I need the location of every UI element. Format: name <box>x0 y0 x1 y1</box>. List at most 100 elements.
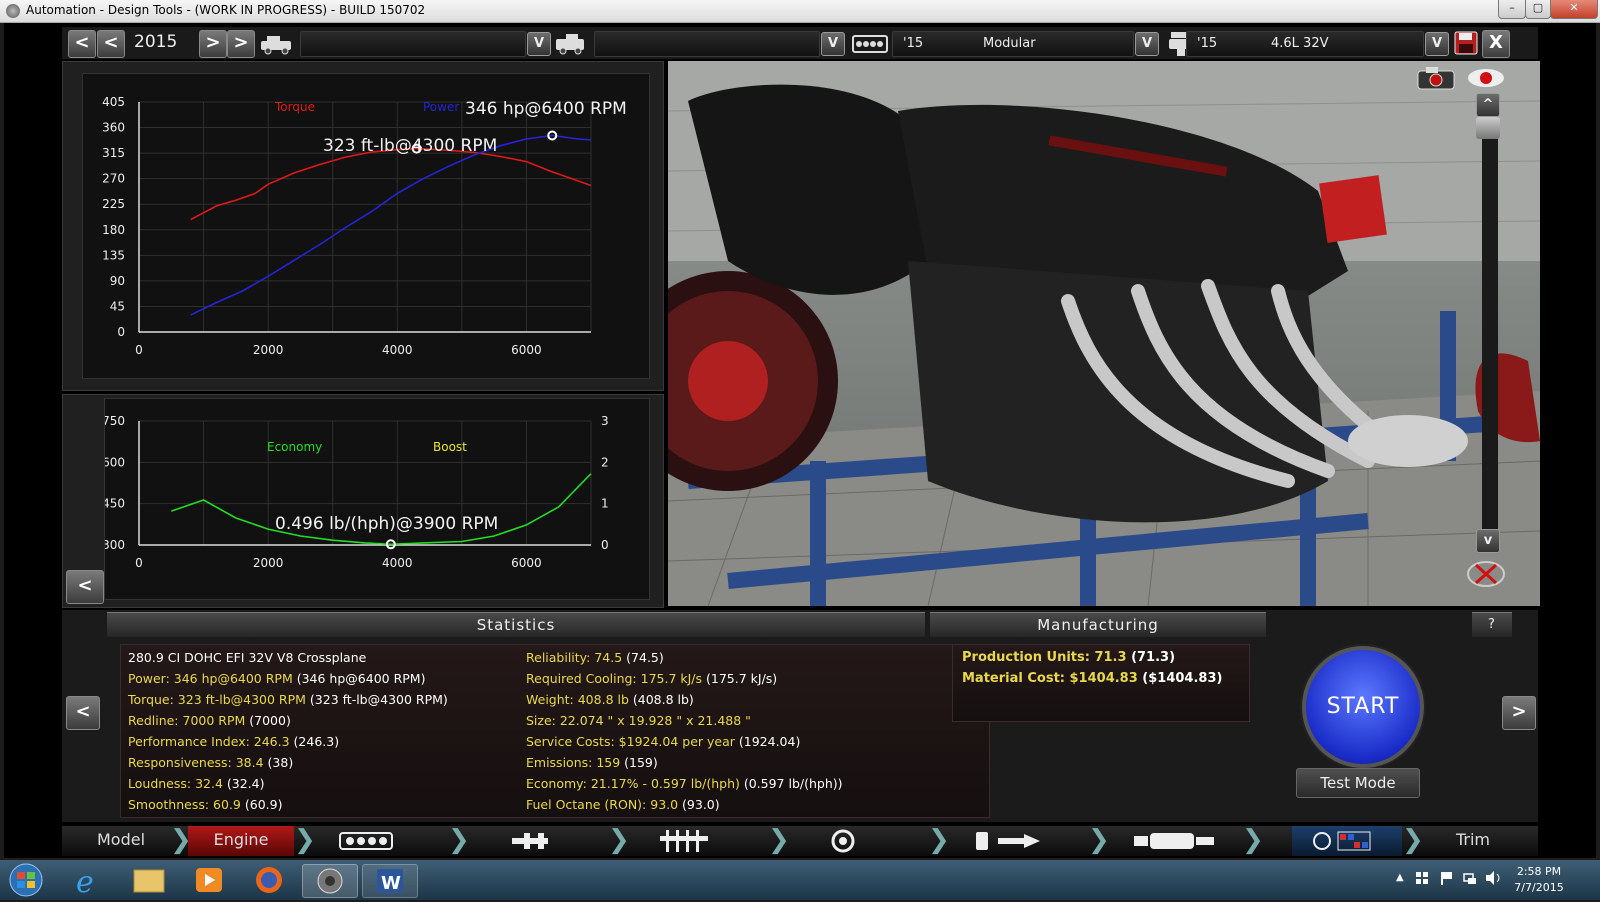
design-nav-bar: Model ❯ Engine ❯ ❯ ❯ ❯ ❯ ❯ ❯ ❯ Trim <box>62 826 1538 856</box>
flag-icon[interactable] <box>1438 870 1454 886</box>
zoom-slider-handle[interactable] <box>1476 117 1500 139</box>
engine-family-select[interactable]: '15 Modular <box>892 31 1134 57</box>
economy-peak-label: 0.496 lb/(hph)@3900 RPM <box>275 514 498 534</box>
nav-turbo-icon[interactable] <box>828 829 858 853</box>
variant-dropdown-button[interactable]: V <box>1425 32 1449 56</box>
nav-separator-icon: ❯ <box>1088 825 1110 855</box>
trim-select[interactable] <box>594 31 820 57</box>
legend-power: Power <box>423 100 459 114</box>
nav-model-tab[interactable]: Model <box>72 830 170 849</box>
close-window-button[interactable]: ✕ <box>1550 0 1598 19</box>
collapse-charts-button[interactable]: < <box>66 570 104 604</box>
nav-head-icon[interactable] <box>658 828 710 854</box>
stats-right-column: Reliability: 74.5 (74.5) Required Coolin… <box>526 650 843 818</box>
close-design-button[interactable]: X <box>1482 30 1510 58</box>
test-mode-button[interactable]: Test Mode <box>1296 768 1420 798</box>
nav-exhaust-icon[interactable] <box>1132 831 1216 851</box>
y2-tick-label: 0 <box>601 538 609 552</box>
economy-plot: 750600450300 3210 0 2000 4000 6000 Economy … <box>102 414 609 570</box>
torque-peak-label: 323 ft-lb@4300 RPM <box>323 136 497 156</box>
year-next-button[interactable]: > <box>199 30 227 58</box>
torque-power-chart: 405 360 315 270 225 180 135 90 45 0 0 2000 4000 6000… <box>82 73 650 379</box>
bottom-panel: Statistics Manufacturing ? 280.9 CI DOHC… <box>62 610 1538 822</box>
window-titlebar: Automation - Design Tools - (WORK IN PRO… <box>0 0 1600 23</box>
y-tick-label: 135 <box>102 248 125 262</box>
tray-expand-icon[interactable]: ▲ <box>1396 872 1404 883</box>
start-button[interactable]: START <box>1302 646 1424 768</box>
family-dropdown-button[interactable]: V <box>1135 32 1159 56</box>
variant-name: 4.6L 32V <box>1271 36 1329 51</box>
firefox-taskbar-icon[interactable] <box>242 864 296 896</box>
year-next-fast-button[interactable]: > <box>227 30 255 58</box>
year-prev-fast-button[interactable]: < <box>68 30 96 58</box>
zoom-down-button[interactable]: v <box>1476 529 1500 553</box>
y-tick-label: 300 <box>105 538 125 552</box>
torque-curve <box>190 147 592 221</box>
x-tick-label: 6000 <box>511 556 542 570</box>
svg-text:W: W <box>381 873 401 894</box>
camera-icon[interactable] <box>1414 65 1458 91</box>
trim-dropdown-button[interactable]: V <box>821 32 845 56</box>
nav-trim-tab[interactable]: Trim <box>1428 830 1518 849</box>
network-icon[interactable] <box>1462 870 1478 886</box>
y2-tick-label: 1 <box>601 497 609 511</box>
start-menu-icon[interactable] <box>4 862 48 898</box>
zoom-up-button[interactable]: ^ <box>1476 93 1500 117</box>
engine-3d-viewport[interactable]: ^ v <box>668 61 1540 606</box>
trim-icon <box>552 31 590 57</box>
manufacturing-title: Manufacturing <box>930 612 1266 637</box>
model-select[interactable] <box>300 31 526 57</box>
maximize-button[interactable]: ▢ <box>1525 0 1551 19</box>
action-center-icon[interactable] <box>1414 870 1430 886</box>
reset-camera-icon[interactable] <box>1464 557 1508 591</box>
nav-block-icon[interactable] <box>338 830 394 852</box>
word-taskbar-icon[interactable]: W <box>362 864 418 898</box>
statistics-title: Statistics <box>107 612 925 637</box>
help-button[interactable]: ? <box>1472 612 1512 637</box>
nav-fuel-icon[interactable] <box>974 830 1046 852</box>
legend-boost: Boost <box>433 440 467 454</box>
stat-torque: Torque: 323 ft-lb@4300 RPM (323 ft-lb@43… <box>128 692 448 707</box>
year-prev-button[interactable]: < <box>97 30 125 58</box>
y-tick-label: 180 <box>102 223 125 237</box>
y-tick-label: 750 <box>105 414 125 428</box>
explorer-taskbar-icon[interactable] <box>122 864 176 896</box>
mfg-production-units: Production Units: 71.3 (71.3) <box>962 650 1176 665</box>
clock-time: 2:58 PM <box>1516 865 1562 878</box>
eye-view-icon[interactable] <box>1464 65 1508 91</box>
y-tick-label: 600 <box>105 455 125 469</box>
engine-variant-select[interactable]: '15 4.6L 32V <box>1186 31 1424 57</box>
os-taskbar: e W ▲ 2:58 PM 7/7/2015 <box>0 860 1600 900</box>
torque-power-plot: 405 360 315 270 225 180 135 90 45 0 0 2000 4000 6000… <box>102 95 627 357</box>
power-curve <box>190 134 592 316</box>
minimize-button[interactable]: – <box>1498 0 1526 19</box>
nav-tune-icon[interactable] <box>1312 830 1374 852</box>
model-dropdown-button[interactable]: V <box>527 32 551 56</box>
stat-smoothness: Smoothness: 60.9 (60.9) <box>128 797 283 812</box>
y-tick-label: 0 <box>117 325 125 339</box>
x-tick-label: 6000 <box>511 343 542 357</box>
x-tick-label: 4000 <box>382 343 413 357</box>
media-player-taskbar-icon[interactable] <box>182 864 236 896</box>
car-model-icon <box>258 31 296 57</box>
x-tick-label: 0 <box>135 343 143 357</box>
volume-icon[interactable] <box>1484 870 1502 886</box>
nav-separator-icon: ❯ <box>448 825 470 855</box>
save-icon[interactable] <box>1453 30 1479 56</box>
nav-separator-icon: ❯ <box>294 825 316 855</box>
ie-taskbar-icon[interactable]: e <box>62 864 116 900</box>
stat-power: Power: 346 hp@6400 RPM (346 hp@6400 RPM) <box>128 671 426 686</box>
nav-separator-icon: ❯ <box>928 825 950 855</box>
nav-crank-icon[interactable] <box>510 830 550 852</box>
clock-date: 7/7/2015 <box>1514 881 1564 894</box>
mfg-material-cost: Material Cost: $1404.83 ($1404.83) <box>962 671 1223 686</box>
prev-page-button[interactable]: < <box>66 696 100 730</box>
economy-chart: 750 600 450 300 3210 0 2000 4000 6000 Economy … <box>102 398 650 600</box>
y-tick-label: 90 <box>110 274 125 288</box>
stat-responsiveness: Responsiveness: 38.4 (38) <box>128 755 294 770</box>
nav-engine-tab[interactable]: Engine <box>188 830 294 849</box>
stat-redline: Redline: 7000 RPM (7000) <box>128 713 291 728</box>
app-icon <box>6 4 20 18</box>
automation-taskbar-icon[interactable] <box>302 864 358 898</box>
next-page-button[interactable]: > <box>1502 696 1536 730</box>
